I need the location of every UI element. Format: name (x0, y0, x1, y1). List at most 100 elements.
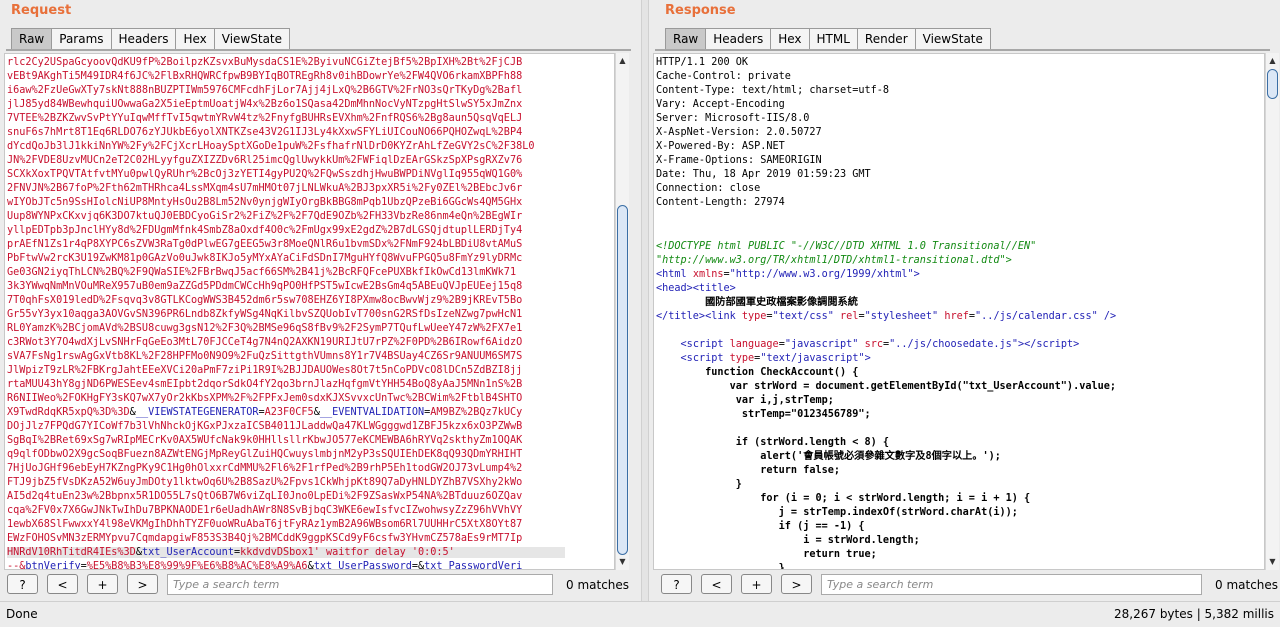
status-right: 28,267 bytes | 5,382 millis (1114, 607, 1274, 621)
scroll-up-icon[interactable]: ▲ (616, 55, 629, 67)
response-tab-raw[interactable]: Raw (665, 28, 707, 49)
next-button[interactable]: > (781, 574, 812, 594)
request-pane: Request Raw Params Headers Hex ViewState… (0, 0, 641, 601)
request-body-line: RL0YamzK%2BCjomAVd%2BSU8cuwg3gsN12%2F3Q%… (7, 323, 523, 334)
response-header-line: Vary: Accept-Encoding (656, 99, 785, 110)
ev-line: FTJ9jbZ5fVsDKzA52W6uyJmDOty1lktwOq6U%2B8… (7, 477, 523, 488)
add-button[interactable]: + (87, 574, 118, 594)
response-html: <!DOCTYPE html PUBLIC "-//W3C//DTD XHTML… (654, 210, 1264, 569)
request-scrollbar[interactable]: ▲ ▼ (615, 53, 629, 570)
pane-divider[interactable] (641, 0, 649, 601)
ev-line: 7HjUoJGHf96ebEyH7KZngPKy9C1Hg0hOlxxrCdMM… (7, 463, 523, 474)
pv-param: txt_PasswordVeri (424, 561, 523, 570)
response-searchbar: ? < + > Type a search term 0 matches (649, 574, 1280, 598)
response-scrollbar[interactable]: ▲ ▼ (1265, 53, 1279, 570)
request-tab-hex[interactable]: Hex (175, 28, 215, 49)
request-title: Request (11, 3, 72, 18)
ev-line: DOjJlz7FPQdG7YICoWf7b3lVhNhckOjKGxPJxzaI… (7, 421, 523, 432)
bv-prefix: --& (7, 561, 26, 570)
ev-line: AI5d2q4tuEn23w%2Bbpnx5R1DO55L7sQtO6B7W6v… (7, 491, 523, 502)
response-headers: HTTP/1.1 200 OK Cache-Control: private C… (654, 54, 1264, 210)
response-editor[interactable]: HTTP/1.1 200 OK Cache-Control: private C… (653, 53, 1265, 570)
response-tab-underline (655, 49, 1270, 51)
help-button[interactable]: ? (7, 574, 38, 594)
scroll-down-icon[interactable]: ▼ (1266, 556, 1279, 568)
response-tab-render[interactable]: Render (856, 28, 916, 49)
request-search-input[interactable]: Type a search term (167, 574, 553, 595)
request-editor[interactable]: rlc2Cy2USpaGcyoovQdKU9fP%2BoilpzKZsvxBuM… (4, 53, 615, 570)
request-body-line: wIYObJTc5n9SsHIolcNiUP8MntyHsOu2B8Lm52Nv… (7, 197, 523, 208)
response-matches: 0 matches (1215, 578, 1279, 592)
js-line: var strWord = document.getElementById("t… (729, 381, 1117, 392)
request-body-line: rlc2Cy2USpaGcyoovQdKU9fP%2BoilpzKZsvxBuM… (7, 57, 523, 68)
response-header-line: X-AspNet-Version: 2.0.50727 (656, 127, 822, 138)
request-scroll-thumb[interactable] (617, 205, 628, 555)
doctype-line-2: "http://www.w3.org/TR/xhtml1/DTD/xhtml1-… (656, 255, 1012, 266)
ev-param: __EVENTVALIDATION (319, 407, 425, 418)
request-tab-params[interactable]: Params (51, 28, 112, 49)
doctype-line-1: <!DOCTYPE html PUBLIC "-//W3C//DTD XHTML… (656, 241, 1037, 252)
response-tab-headers[interactable]: Headers (705, 28, 772, 49)
js-line: j = strTemp.indexOf(strWord.charAt(i)); (778, 507, 1018, 518)
response-header-line: X-Powered-By: ASP.NET (656, 141, 785, 152)
request-tab-underline (6, 49, 631, 51)
ev-line: EWzFOHOSvMN3zERMYpvu7CqmdapgiwF853S3B4Qj… (7, 533, 523, 544)
request-tab-raw[interactable]: Raw (11, 28, 53, 49)
request-body-line: 7T0qhFsX019ledD%2Fsqvq3v8GTLKCogWWS3B452… (7, 295, 523, 306)
response-header-line: Connection: close (656, 183, 761, 194)
request-tab-headers[interactable]: Headers (110, 28, 177, 49)
ev-value: AM9BZ%2BQz7kUCy (430, 407, 523, 418)
status-bar: Done 28,267 bytes | 5,382 millis (0, 601, 1280, 627)
add-button[interactable]: + (741, 574, 772, 594)
js-line: alert('會員帳號必須參雜文數字及8個字以上。'); (760, 451, 1001, 462)
response-tab-hex[interactable]: Hex (770, 28, 810, 49)
bv-value: %E5%B8%B3%E8%99%9F%E6%B8%AC%E8%A9%A6 (86, 561, 308, 570)
response-header-line: Server: Microsoft-IIS/8.0 (656, 113, 810, 124)
request-body-line: PbFtwVw2rcK3U19ZwKM81p0GAzVo0uJwk8IKJo5y… (7, 253, 523, 264)
js-line: function CheckAccount() { (705, 367, 859, 378)
request-body-line: R6NIIWeo%2FOKHgFY3sKQ7wX7yOr2kKbsXPM%2F%… (7, 393, 523, 404)
prev-button[interactable]: < (47, 574, 78, 594)
request-body-line: JN%2FVDE8UzvMUCn2eT2C02HLyyfguZXIZZDv6Rl… (7, 155, 523, 166)
response-header-line: Content-Type: text/html; charset=utf-8 (656, 85, 890, 96)
status-left: Done (6, 607, 38, 621)
request-tab-viewstate[interactable]: ViewState (213, 28, 291, 49)
help-button[interactable]: ? (661, 574, 692, 594)
ev-line: cqa%2FV0x7X6GwJNkTwIhDu7BPKNAODE1r6eUadh… (7, 505, 523, 516)
viewstate-tail: X9TwdRdqKR5xpQ%3D%3D (7, 407, 130, 418)
response-title: Response (665, 3, 736, 18)
bv-param: btnVerify (25, 561, 81, 570)
javascript-code: function CheckAccount() { var strWord = … (656, 367, 1117, 569)
css-href: ../js/calendar.css (981, 311, 1092, 322)
script-src: ../js/choosedate.js (895, 339, 1012, 350)
request-body-line: dYcdQoJb3lJ1kkiNnYW%2Fy%2FCjXcrLHoaySptX… (7, 141, 535, 152)
response-search-input[interactable]: Type a search term (821, 574, 1202, 595)
request-body-line: rtaMUU43hY8gjND6PWESEev4smEIpbt2dqorSdkO… (7, 379, 523, 390)
request-matches: 0 matches (566, 578, 630, 592)
request-body-line: 2FNVJN%2B67foP%2Fth62mTHRhca4LssMXqm4sU7… (7, 183, 523, 194)
response-tab-html[interactable]: HTML (808, 28, 858, 49)
scroll-down-icon[interactable]: ▼ (616, 556, 629, 568)
request-body-line: yllpEDTpb3pJnclHYy8d%2FDUgmMfnk4SmbZ8aOx… (7, 225, 523, 236)
js-line: strTemp="0123456789"; (741, 409, 871, 420)
request-body-line: SCXkXoxTPQVTAtfvtMYu0pwlQyRUhr%2BcOj3zYE… (7, 169, 523, 180)
response-scroll-thumb[interactable] (1267, 69, 1278, 99)
response-tabs: Raw Headers Hex HTML Render ViewState (665, 28, 991, 49)
response-tab-viewstate[interactable]: ViewState (914, 28, 991, 49)
js-line: return true; (803, 549, 877, 560)
ev-last: HNRdV10RhTitdR4IEs%3D (7, 547, 136, 558)
next-button[interactable]: > (127, 574, 158, 594)
response-header-line: Content-Length: 27974 (656, 197, 785, 208)
ev-line: 1ewbX68SlFwwxxY4l98eVKMgIhDhhTYZF0uoWRuA… (7, 519, 523, 530)
scroll-up-icon[interactable]: ▲ (1266, 55, 1279, 67)
response-pane: Response Raw Headers Hex HTML Render Vie… (649, 0, 1280, 601)
response-header-line: Date: Thu, 18 Apr 2019 01:59:23 GMT (656, 169, 871, 180)
js-line: if (j == -1) { (778, 521, 865, 532)
xmlns-value: http://www.w3.org/1999/xhtml (735, 269, 908, 280)
response-header-line: X-Frame-Options: SAMEORIGIN (656, 155, 822, 166)
js-line: } (735, 479, 742, 490)
js-line: var i,j,strTemp; (735, 395, 834, 406)
prev-button[interactable]: < (701, 574, 732, 594)
pw-param: txt_UserPassword (313, 561, 412, 570)
page-title-text: 國防部國軍史政檔案影像調閱系統 (705, 297, 858, 308)
